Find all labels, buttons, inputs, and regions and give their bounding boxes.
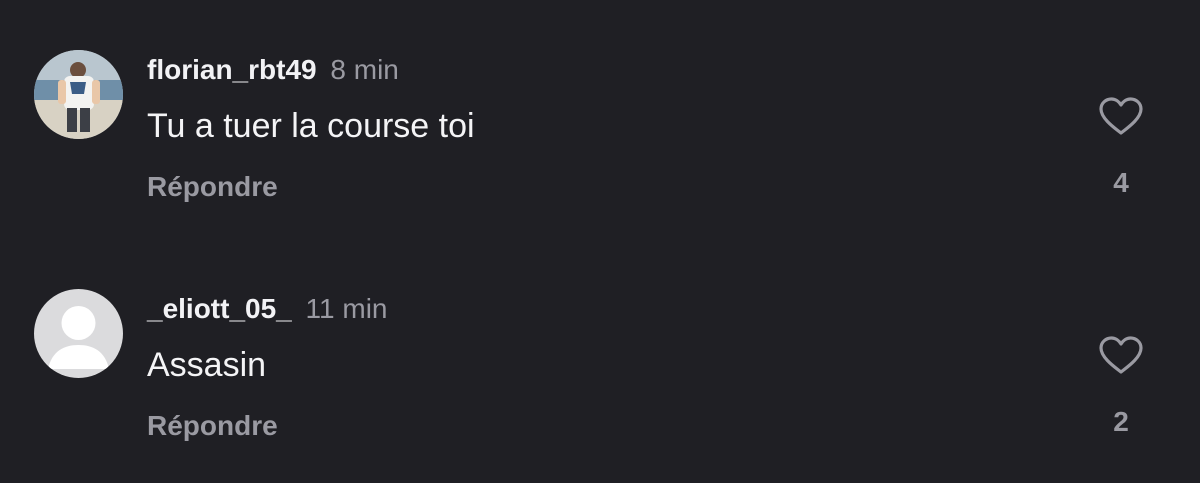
heart-outline-icon xyxy=(1099,97,1143,135)
default-avatar-icon xyxy=(34,289,123,378)
comments-list: florian_rbt49 8 min Tu a tuer la course … xyxy=(0,0,1200,483)
comment-text: Tu a tuer la course toi xyxy=(147,107,475,145)
heart-outline-icon xyxy=(1099,336,1143,374)
comment-meta: florian_rbt49 8 min xyxy=(147,52,399,88)
reply-button[interactable]: Répondre xyxy=(147,170,278,204)
avatar[interactable] xyxy=(34,50,123,139)
user-photo-icon xyxy=(34,50,123,139)
username[interactable]: florian_rbt49 xyxy=(147,54,317,85)
like-count: 2 xyxy=(1113,406,1129,437)
like-button[interactable] xyxy=(1097,335,1145,375)
timestamp: 8 min xyxy=(330,54,399,85)
comment-item: florian_rbt49 8 min Tu a tuer la course … xyxy=(0,48,1200,248)
comment-item: _eliott_05_ 11 min Assasin Répondre 2 xyxy=(0,287,1200,483)
like-count: 4 xyxy=(1113,167,1129,198)
timestamp: 11 min xyxy=(305,293,388,324)
comment-text: Assasin xyxy=(147,346,267,384)
like-button[interactable] xyxy=(1097,96,1145,136)
reply-button[interactable]: Répondre xyxy=(147,409,278,443)
comment-meta: _eliott_05_ 11 min xyxy=(147,291,388,327)
username[interactable]: _eliott_05_ xyxy=(147,293,292,324)
avatar[interactable] xyxy=(34,289,123,378)
